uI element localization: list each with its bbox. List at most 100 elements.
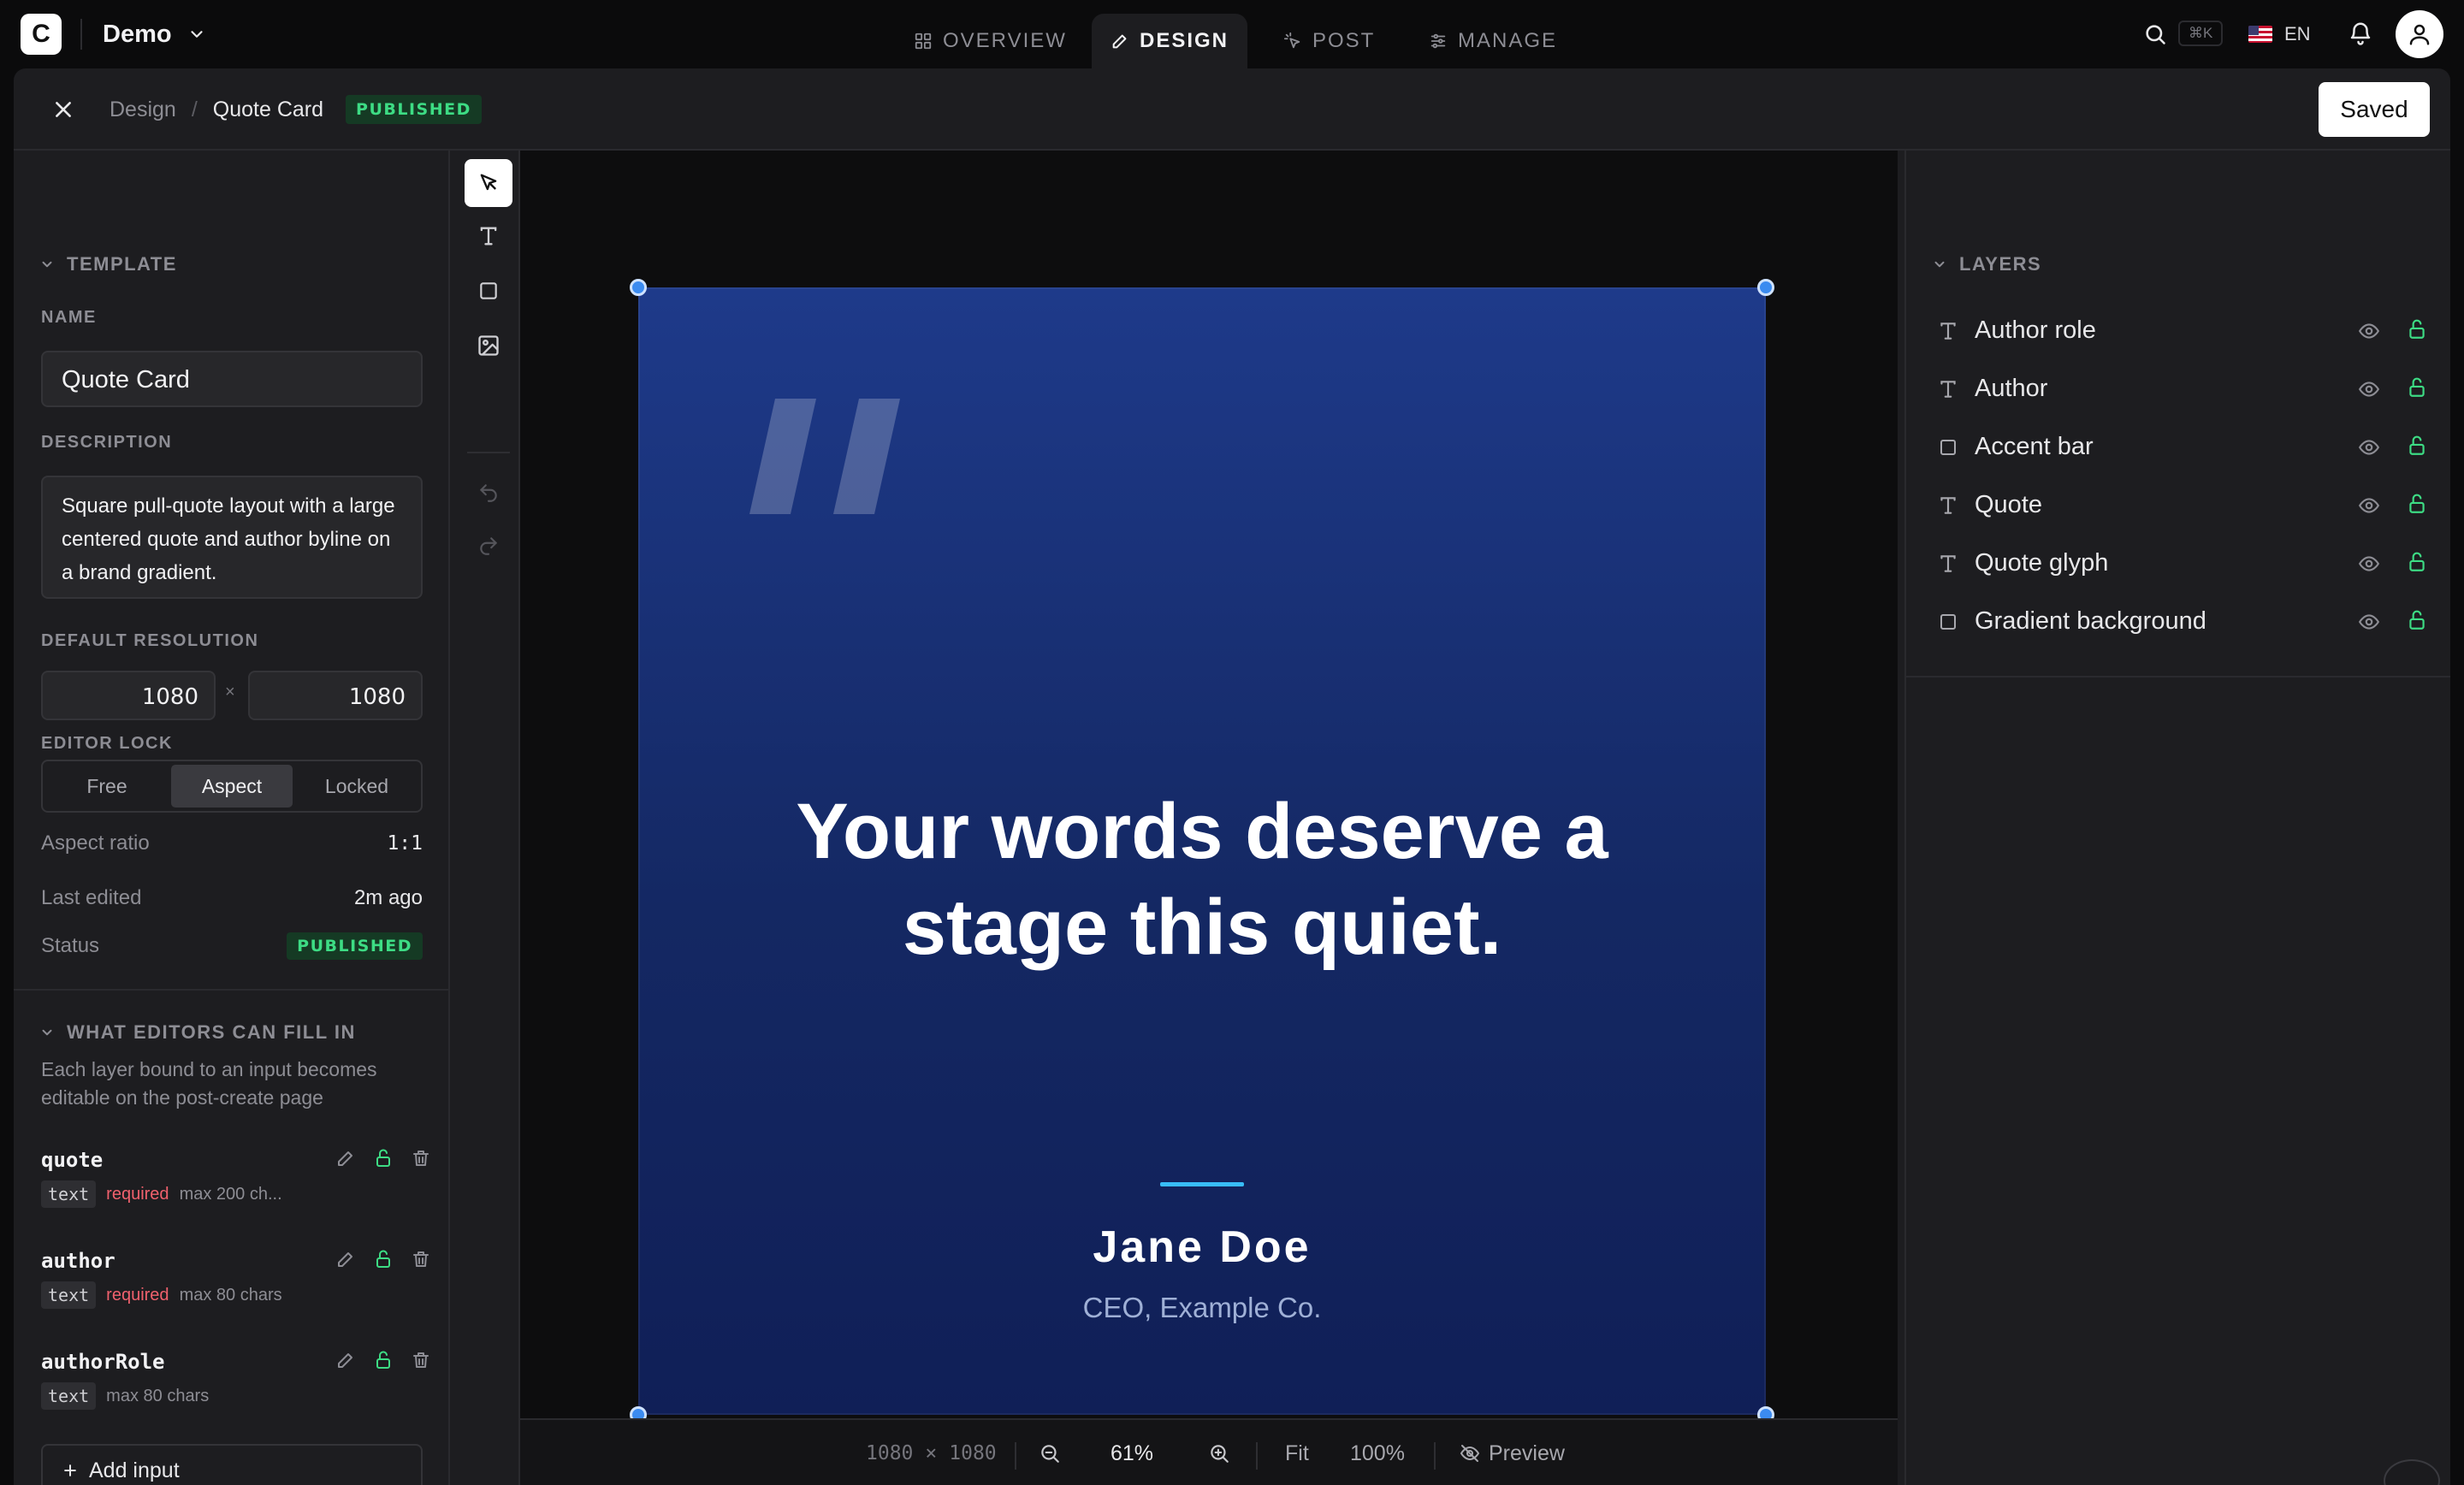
unlock-icon[interactable]	[373, 1148, 394, 1168]
template-name-input[interactable]: Quote Card	[41, 351, 423, 407]
eye-icon[interactable]	[2358, 494, 2380, 517]
close-icon[interactable]	[48, 94, 79, 125]
tool-rail	[450, 151, 520, 1485]
section-title: LAYERS	[1959, 253, 2042, 275]
chevron-down-icon	[1932, 257, 1947, 272]
unlock-icon[interactable]	[2406, 318, 2428, 340]
edit-icon[interactable]	[335, 1350, 356, 1370]
eye-icon[interactable]	[2358, 611, 2380, 633]
add-input-label: Add input	[89, 1458, 180, 1482]
eye-icon[interactable]	[2358, 436, 2380, 459]
nav-tab-post[interactable]: POST	[1265, 14, 1394, 68]
eye-icon[interactable]	[2358, 378, 2380, 400]
layer-author-role[interactable]: Author role	[1906, 305, 2450, 358]
trash-icon[interactable]	[411, 1350, 431, 1370]
layer-author[interactable]: Author	[1906, 363, 2450, 416]
last-edited-row: Last edited 2m ago	[41, 883, 423, 914]
unlock-icon[interactable]	[2406, 609, 2428, 631]
search-icon[interactable]	[2143, 22, 2167, 46]
canvas-area[interactable]: Your words deserve a stage this quiet. J…	[520, 151, 1898, 1485]
unlock-icon[interactable]	[373, 1249, 394, 1269]
template-description-input[interactable]: Square pull-quote layout with a large ce…	[41, 476, 423, 599]
text-icon	[1935, 318, 1961, 344]
trash-icon[interactable]	[411, 1249, 431, 1269]
unlock-icon[interactable]	[2406, 551, 2428, 573]
layer-name: Gradient background	[1975, 607, 2206, 635]
accent-bar[interactable]	[1160, 1182, 1244, 1186]
artboard[interactable]: Your words deserve a stage this quiet. J…	[638, 287, 1766, 1415]
height-input[interactable]: 1080	[248, 671, 423, 720]
canvas-height: 1080	[949, 1442, 997, 1464]
edit-icon[interactable]	[335, 1249, 356, 1269]
zoom-out-button[interactable]	[1039, 1420, 1061, 1485]
fill-section-toggle[interactable]: WHAT EDITORS CAN FILL IN	[39, 1020, 356, 1045]
layer-accent-bar[interactable]: Accent bar	[1906, 421, 2450, 474]
input-meta: text required max 200 ch...	[41, 1180, 282, 1208]
language-switcher[interactable]: EN	[2248, 21, 2311, 48]
unlock-icon[interactable]	[2406, 435, 2428, 457]
author-role-text[interactable]: CEO, Example Co.	[638, 1292, 1766, 1324]
bell-icon[interactable]	[2348, 21, 2373, 46]
aspect-ratio-label: Aspect ratio	[41, 831, 150, 855]
input-type-chip: text	[41, 1382, 97, 1410]
layer-name: Accent bar	[1975, 433, 2094, 460]
pointer-icon	[477, 171, 500, 195]
fill-input-item: quote text required max 200 ch...	[41, 1148, 435, 1227]
eye-icon[interactable]	[2358, 320, 2380, 342]
resize-handle-top-right[interactable]	[1757, 279, 1774, 296]
unlock-icon[interactable]	[2406, 376, 2428, 399]
template-section-toggle[interactable]: TEMPLATE	[39, 251, 177, 277]
author-text[interactable]: Jane Doe	[638, 1222, 1766, 1273]
layer-quote-glyph[interactable]: Quote glyph	[1906, 537, 2450, 590]
times-sign: ×	[225, 683, 235, 701]
description-label: DESCRIPTION	[41, 433, 173, 452]
eye-icon[interactable]	[2358, 553, 2380, 575]
breadcrumb-current: Quote Card	[212, 97, 324, 121]
chevron-down-icon	[39, 1025, 55, 1040]
unlock-icon[interactable]	[373, 1350, 394, 1370]
fit-button[interactable]: Fit	[1285, 1420, 1309, 1485]
dimension-times: ×	[925, 1442, 938, 1464]
rectangle-tool[interactable]	[465, 267, 512, 315]
zoom-in-button[interactable]	[1208, 1420, 1230, 1485]
breadcrumb-design[interactable]: Design	[110, 98, 176, 122]
editor-lock-segmented: Free Aspect Locked	[41, 760, 423, 813]
trash-icon[interactable]	[411, 1148, 431, 1168]
select-tool[interactable]	[465, 159, 512, 207]
unlock-icon[interactable]	[2406, 493, 2428, 515]
quote-glyph[interactable]	[749, 399, 912, 518]
width-input[interactable]: 1080	[41, 671, 216, 720]
quote-text[interactable]: Your words deserve a stage this quiet.	[638, 784, 1766, 975]
text-tool[interactable]	[465, 212, 512, 260]
workspace-switcher[interactable]: Demo	[103, 17, 206, 51]
edit-icon[interactable]	[335, 1148, 356, 1168]
workspace-name: Demo	[103, 20, 172, 48]
nav-tab-label: DESIGN	[1140, 29, 1229, 52]
add-input-button[interactable]: Add input	[41, 1444, 423, 1485]
app-logo[interactable]: C	[21, 14, 62, 55]
save-button[interactable]: Saved	[2319, 82, 2430, 137]
lock-option-locked[interactable]: Locked	[296, 765, 418, 808]
nav-tab-design[interactable]: DESIGN	[1092, 14, 1248, 68]
layers-section-toggle[interactable]: LAYERS	[1932, 251, 2041, 277]
input-name: authorRole	[41, 1350, 165, 1374]
preview-button[interactable]: Preview	[1460, 1420, 1565, 1485]
nav-tab-overview[interactable]: OVERVIEW	[895, 14, 1086, 68]
zoom-100-button[interactable]: 100%	[1350, 1420, 1405, 1485]
grid-icon	[914, 32, 933, 50]
resize-handle-top-left[interactable]	[630, 279, 647, 296]
undo-icon	[477, 482, 500, 504]
zoom-level[interactable]: 61%	[1111, 1420, 1153, 1485]
user-avatar[interactable]	[2396, 10, 2443, 58]
lock-option-free[interactable]: Free	[46, 765, 168, 808]
editor-shell: Design / Quote Card PUBLISHED Saved TEMP…	[14, 68, 2450, 1485]
section-divider	[14, 989, 448, 991]
nav-tab-manage[interactable]: MANAGE	[1410, 14, 1576, 68]
layer-quote[interactable]: Quote	[1906, 479, 2450, 532]
lock-option-aspect[interactable]: Aspect	[171, 765, 293, 808]
layer-gradient-background[interactable]: Gradient background	[1906, 595, 2450, 648]
undo-button[interactable]	[465, 469, 512, 517]
redo-button[interactable]	[465, 522, 512, 570]
image-tool[interactable]	[465, 322, 512, 370]
input-actions	[335, 1148, 431, 1168]
